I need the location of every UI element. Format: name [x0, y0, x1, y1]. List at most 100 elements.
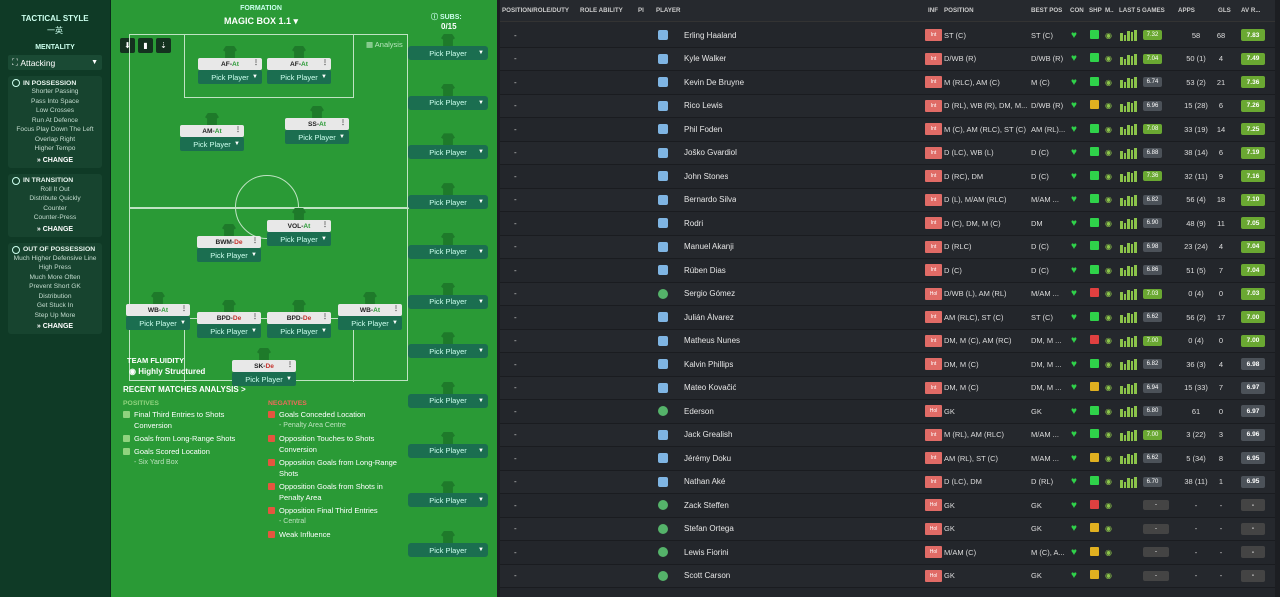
column-header[interactable]: INF [928, 7, 938, 14]
position-role-duty-cell[interactable]: - [514, 242, 517, 251]
pick-player-dropdown[interactable]: Pick Player ▼ [232, 372, 296, 386]
position-role-duty-cell[interactable]: - [514, 430, 517, 439]
position-role-duty-cell[interactable]: - [514, 289, 517, 298]
column-header[interactable]: GLS [1218, 7, 1231, 14]
player-name[interactable]: Joško Gvardiol [684, 148, 737, 157]
column-header[interactable]: ROLE ABILITY [580, 7, 623, 14]
menu-icon[interactable]: ⋮ [252, 313, 258, 320]
column-header[interactable]: M.. [1105, 7, 1114, 14]
role-duty-badge[interactable]: WB - At ⋮ [126, 304, 190, 316]
player-name[interactable]: Bernardo Silva [684, 195, 736, 204]
role-duty-badge[interactable]: AF - At ⋮ [267, 58, 331, 70]
position-role-duty-cell[interactable]: - [514, 360, 517, 369]
column-header[interactable]: POSITION [944, 7, 974, 14]
table-row[interactable]: - Jack Grealish Int M (RL), AM (RLC) M/AM ..… [500, 423, 1275, 447]
role-duty-badge[interactable]: SS - At ⋮ [285, 118, 349, 130]
column-header[interactable]: CON [1070, 7, 1084, 14]
pick-player-dropdown[interactable]: Pick Player ▼ [408, 294, 488, 309]
player-name[interactable]: John Stones [684, 172, 728, 181]
pick-player-dropdown[interactable]: Pick Player ▼ [338, 316, 402, 330]
player-name[interactable]: Kalvin Phillips [684, 360, 733, 369]
player-name[interactable]: Rodri [684, 219, 703, 228]
table-row[interactable]: - Ederson Hol GK GK ♥ ◉ 6.80 61 0 6.97 [500, 400, 1275, 424]
table-row[interactable]: - Rodri Int D (C), DM, M (C) DM ♥ ◉ 6.90 48 (9) 1… [500, 212, 1275, 236]
sub-slot[interactable]: Pick Player ▼ [408, 481, 488, 508]
role-duty-badge[interactable]: WB - At ⋮ [338, 304, 402, 316]
out-of-possession-change-button[interactable]: » CHANGE [12, 323, 98, 330]
formation-slot[interactable]: AM - At ⋮ Pick Player ▼ [180, 113, 244, 151]
pick-player-dropdown[interactable]: Pick Player ▼ [408, 195, 488, 210]
player-name[interactable]: Ederson [684, 407, 714, 416]
role-duty-badge[interactable]: BPD - De ⋮ [197, 312, 261, 324]
position-role-duty-cell[interactable]: - [514, 148, 517, 157]
role-duty-badge[interactable]: BWM - De ⋮ [197, 236, 261, 248]
table-row[interactable]: - Sergio Gómez Hol D/WB (L), AM (RL) M/AM ..… [500, 282, 1275, 306]
pick-player-dropdown[interactable]: Pick Player ▼ [198, 70, 262, 84]
pick-player-dropdown[interactable]: Pick Player ▼ [197, 324, 261, 338]
role-duty-badge[interactable]: BPD - De ⋮ [267, 312, 331, 324]
column-header[interactable]: APPS [1178, 7, 1195, 14]
table-row[interactable]: - Erling Haaland Int ST (C) ST (C) ♥ ◉ 7.32 58 68… [500, 24, 1275, 48]
column-header[interactable]: SHP [1089, 7, 1102, 14]
menu-icon[interactable]: ⋮ [322, 59, 328, 66]
pick-player-dropdown[interactable]: Pick Player ▼ [408, 145, 488, 160]
sub-slot[interactable]: Pick Player ▼ [408, 282, 488, 309]
formation-slot[interactable]: VOL - At ⋮ Pick Player ▼ [267, 208, 331, 246]
formation-slot[interactable]: BPD - De ⋮ Pick Player ▼ [197, 300, 261, 338]
formation-slot[interactable]: BWM - De ⋮ Pick Player ▼ [197, 224, 261, 262]
position-role-duty-cell[interactable]: - [514, 54, 517, 63]
sub-slot[interactable]: Pick Player ▼ [408, 381, 488, 408]
pick-player-dropdown[interactable]: Pick Player ▼ [408, 95, 488, 110]
pick-player-dropdown[interactable]: Pick Player ▼ [408, 244, 488, 259]
column-header[interactable]: BEST POS [1031, 7, 1062, 14]
pick-player-dropdown[interactable]: Pick Player ▼ [285, 130, 349, 144]
menu-icon[interactable]: ⋮ [393, 305, 399, 312]
player-name[interactable]: Mateo Kovačić [684, 383, 736, 392]
player-name[interactable]: Jack Grealish [684, 430, 732, 439]
table-row[interactable]: - John Stones Int D (RC), DM D (C) ♥ ◉ 7.36 32 (… [500, 165, 1275, 189]
position-role-duty-cell[interactable]: - [514, 501, 517, 510]
table-row[interactable]: - Matheus Nunes Int DM, M (C), AM (RC) DM, M… [500, 329, 1275, 353]
table-row[interactable]: - Scott Carson Hol GK GK ♥ ◉ - - - - [500, 564, 1275, 588]
table-row[interactable]: - Joško Gvardiol Int D (LC), WB (L) D (C) ♥ ◉ 6… [500, 141, 1275, 165]
position-role-duty-cell[interactable]: - [514, 125, 517, 134]
position-role-duty-cell[interactable]: - [514, 266, 517, 275]
position-role-duty-cell[interactable]: - [514, 571, 517, 580]
position-role-duty-cell[interactable]: - [514, 195, 517, 204]
sub-slot[interactable]: Pick Player ▼ [408, 133, 488, 160]
table-row[interactable]: - Mateo Kovačić Int DM, M (C) DM, M ... ♥ ◉ 6.9… [500, 376, 1275, 400]
sub-slot[interactable]: Pick Player ▼ [408, 431, 488, 458]
sub-slot[interactable]: Pick Player ▼ [408, 232, 488, 259]
position-role-duty-cell[interactable]: - [514, 101, 517, 110]
formation-slot[interactable]: WB - At ⋮ Pick Player ▼ [338, 292, 402, 330]
table-row[interactable]: - Lewis Fiorini Hol M/AM (C) M (C), A... ♥ ◉ - -… [500, 541, 1275, 565]
table-row[interactable]: - Nathan Aké Int D (LC), DM D (RL) ♥ ◉ 6.70 38 (… [500, 470, 1275, 494]
position-role-duty-cell[interactable]: - [514, 313, 517, 322]
player-name[interactable]: Sergio Gómez [684, 289, 735, 298]
menu-icon[interactable]: ⋮ [252, 237, 258, 244]
role-duty-badge[interactable]: AF - At ⋮ [198, 58, 262, 70]
player-name[interactable]: Scott Carson [684, 571, 730, 580]
player-name[interactable]: Julián Álvarez [684, 313, 734, 322]
player-name[interactable]: Stefan Ortega [684, 524, 734, 533]
formation-slot[interactable]: AF - At ⋮ Pick Player ▼ [198, 46, 262, 84]
position-role-duty-cell[interactable]: - [514, 407, 517, 416]
player-name[interactable]: Erling Haaland [684, 31, 736, 40]
pick-player-dropdown[interactable]: Pick Player ▼ [126, 316, 190, 330]
pick-player-dropdown[interactable]: Pick Player ▼ [267, 70, 331, 84]
position-role-duty-cell[interactable]: - [514, 524, 517, 533]
formation-slot[interactable]: AF - At ⋮ Pick Player ▼ [267, 46, 331, 84]
pick-player-dropdown[interactable]: Pick Player ▼ [267, 232, 331, 246]
player-name[interactable]: Phil Foden [684, 125, 722, 134]
menu-icon[interactable]: ⋮ [287, 361, 293, 368]
player-name[interactable]: Zack Steffen [684, 501, 729, 510]
position-role-duty-cell[interactable]: - [514, 172, 517, 181]
player-name[interactable]: Rúben Dias [684, 266, 726, 275]
role-duty-badge[interactable]: AM - At ⋮ [180, 125, 244, 137]
in-possession-change-button[interactable]: » CHANGE [12, 157, 98, 164]
formation-slot[interactable]: SK - De ⋮ Pick Player ▼ [232, 348, 296, 386]
pick-player-dropdown[interactable]: Pick Player ▼ [408, 443, 488, 458]
table-row[interactable]: - Stefan Ortega Hol GK GK ♥ ◉ - - - - [500, 517, 1275, 541]
sub-slot[interactable]: Pick Player ▼ [408, 332, 488, 359]
pick-player-dropdown[interactable]: Pick Player ▼ [408, 344, 488, 359]
